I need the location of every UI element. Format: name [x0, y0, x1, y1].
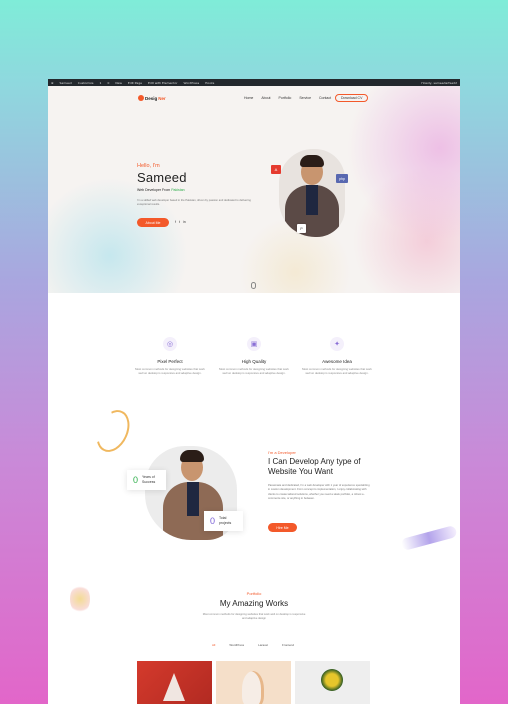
feature-high-quality: ▣ High Quality Most common methods for d…	[218, 337, 290, 376]
main-menu: Home About Portfolio Service Contact	[244, 96, 331, 100]
tab-all[interactable]: All	[212, 643, 215, 647]
logo-mark-icon	[138, 95, 144, 101]
portfolio-card[interactable]	[137, 661, 212, 704]
browser-page: ⊕ Sameed Customize 1 0 New Edit Page Edi…	[48, 79, 460, 704]
menu-item-service[interactable]: Service	[299, 96, 311, 100]
tab-frontend[interactable]: Frontend	[282, 643, 294, 647]
admin-bar: ⊕ Sameed Customize 1 0 New Edit Page Edi…	[48, 79, 460, 86]
hero-portrait	[279, 149, 345, 237]
hero-description: I'm a skilled web developer based in the…	[137, 199, 251, 207]
tech-badge-icon: P	[297, 224, 306, 233]
download-cv-button[interactable]: Download CV	[335, 94, 369, 102]
admin-item-hooks[interactable]: Hooks	[205, 81, 214, 85]
site-logo[interactable]: Desig Ner	[138, 95, 166, 101]
portfolio-filter-tabs: All WordPress Laravel Frontend	[212, 643, 294, 647]
about-me-button[interactable]: About Me	[137, 218, 169, 227]
admin-item-site[interactable]: Sameed	[60, 81, 72, 85]
facebook-icon[interactable]: f	[175, 220, 176, 224]
decorative-squiggle	[90, 404, 136, 458]
menu-item-portfolio[interactable]: Portfolio	[279, 96, 292, 100]
admin-item-comments[interactable]: 0	[107, 81, 109, 85]
tab-laravel[interactable]: Laravel	[258, 643, 268, 647]
hero-role: Web Developer From Pakistan	[137, 188, 185, 192]
stat-projects: 0 Total projects	[204, 511, 244, 531]
flower-image	[321, 669, 343, 691]
admin-item-elementor[interactable]: Edit with Elementor	[148, 81, 178, 85]
portfolio-card[interactable]	[216, 661, 291, 704]
stat-label: Years of Success	[142, 475, 156, 484]
developer-description: Passionate and dedicated, I'm a web deve…	[268, 484, 370, 500]
feature-description: Most common methods for designing websit…	[219, 367, 289, 376]
developer-kicker: I'm a Developer	[268, 450, 296, 455]
admin-item-wordpress[interactable]: WordPress	[184, 81, 200, 85]
menu-item-home[interactable]: Home	[244, 96, 253, 100]
hero-greeting: Hello, I'm	[137, 163, 160, 169]
portfolio-description: Most common methods for designing websit…	[202, 613, 306, 621]
feature-title: Awesome Idea	[322, 359, 352, 364]
admin-item-edit-page[interactable]: Edit Page	[128, 81, 142, 85]
portrait-hair	[180, 450, 204, 462]
menu-item-about[interactable]: About	[261, 96, 270, 100]
stat-years: 0 Years of Success	[127, 470, 167, 490]
pyramid-image	[163, 673, 185, 701]
portfolio-kicker: Portfolio	[246, 591, 262, 596]
decorative-brush-stroke	[400, 524, 458, 552]
feature-title: High Quality	[241, 359, 267, 364]
admin-wp-icon[interactable]: ⊕	[51, 81, 54, 85]
role-prefix: Web Developer From	[137, 188, 171, 192]
stat-number: 0	[210, 516, 216, 526]
twitter-icon[interactable]: t	[179, 220, 180, 224]
feature-title: Pixel Perfect	[157, 359, 183, 364]
logo-text: Desig	[145, 95, 158, 101]
developer-title: I Can Develop Any type of Website You Wa…	[268, 457, 361, 476]
feature-description: Most common methods for designing websit…	[135, 367, 205, 376]
linkedin-icon[interactable]: in	[183, 220, 186, 224]
feature-awesome-idea: ✦ Awesome Idea Most common methods for d…	[301, 337, 373, 376]
stat-label: Total projects	[219, 516, 232, 525]
site-header: Desig Ner Home About Portfolio Service Co…	[48, 93, 460, 104]
portrait-shirt	[306, 185, 318, 215]
feature-description: Most common methods for designing websit…	[302, 367, 372, 376]
admin-item-new[interactable]: New	[115, 81, 122, 85]
feature-pixel-perfect: ◎ Pixel Perfect Most common methods for …	[134, 337, 206, 376]
hire-me-button[interactable]: Hire Me	[268, 523, 297, 532]
target-icon: ◎	[163, 337, 177, 351]
vase-image	[242, 671, 264, 704]
role-country: Pakistan	[171, 188, 185, 192]
logo-text-accent: Ner	[158, 95, 166, 101]
portfolio-title: My Amazing Works	[219, 599, 289, 608]
social-links: f t in	[175, 220, 186, 224]
portfolio-card[interactable]	[295, 661, 370, 704]
admin-item-customize[interactable]: Customize	[78, 81, 94, 85]
portrait-hair	[300, 155, 324, 167]
php-badge-icon: php	[336, 174, 348, 183]
tab-wordpress[interactable]: WordPress	[229, 643, 244, 647]
hero-section: Desig Ner Home About Portfolio Service Co…	[48, 86, 460, 293]
admin-item-updates[interactable]: 1	[100, 81, 102, 85]
bulb-icon: ✦	[330, 337, 344, 351]
brush-icon: ▣	[247, 337, 261, 351]
portrait-shirt	[187, 482, 199, 516]
hero-name: Sameed	[137, 170, 187, 185]
angular-badge-icon: A	[271, 165, 281, 174]
admin-item-howdy[interactable]: Howdy, sameedarfeed2	[421, 81, 457, 85]
stat-number: 0	[133, 475, 139, 485]
menu-item-contact[interactable]: Contact	[319, 96, 331, 100]
scroll-mouse-icon[interactable]	[251, 282, 256, 289]
